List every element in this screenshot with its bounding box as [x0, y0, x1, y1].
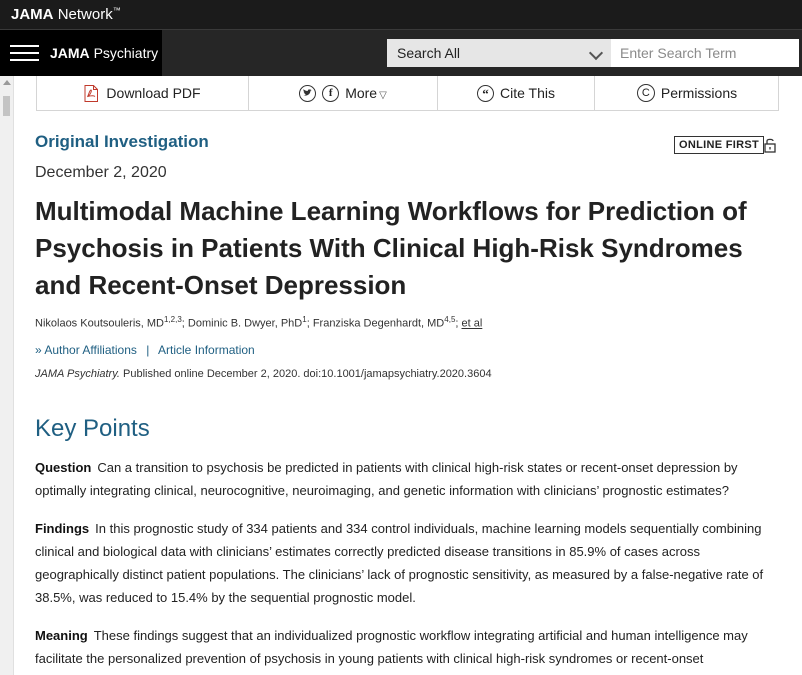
author-list: Nikolaos Koutsouleris, MD1,2,3; Dominic …: [35, 315, 483, 330]
network-logo-brand: JAMA: [11, 6, 54, 23]
copyright-icon: C: [636, 84, 655, 102]
author-info-links: » Author Affiliations | Article Informat…: [35, 343, 255, 357]
citation-line: JAMA Psychiatry. Published online Decemb…: [35, 368, 492, 380]
share-more-group: f More ▽: [249, 76, 437, 110]
article-title: Multimodal Machine Learning Workflows fo…: [35, 196, 747, 300]
link-separator: |: [146, 343, 150, 357]
journal-logo[interactable]: JAMA Psychiatry: [50, 45, 158, 61]
permissions-button[interactable]: C Permissions: [595, 76, 779, 110]
journal-brand-block: JAMA Psychiatry: [0, 30, 162, 76]
scroll-up-arrow-icon[interactable]: [3, 80, 11, 85]
search-input[interactable]: [611, 39, 799, 67]
journal-logo-word: Psychiatry: [93, 45, 159, 61]
meaning-text: These findings suggest that an individua…: [35, 628, 748, 666]
unlock-icon: [764, 138, 776, 153]
chevron-down-icon: [588, 45, 604, 61]
cite-this-label: Cite This: [500, 85, 555, 101]
caret-down-icon: ▽: [379, 90, 387, 101]
double-chevron-right-icon: »: [35, 343, 42, 357]
question-text: Can a transition to psychosis be predict…: [35, 460, 738, 498]
download-pdf-button[interactable]: Download PDF: [37, 76, 248, 110]
meaning-label: Meaning: [35, 628, 88, 643]
search-scope-select[interactable]: Search All: [387, 39, 611, 67]
cite-this-button[interactable]: “ Cite This: [438, 76, 594, 110]
key-point-meaning: Meaning These findings suggest that an in…: [35, 624, 780, 670]
online-first-badge: ONLINE FIRST: [674, 136, 764, 154]
author-name[interactable]: Franziska Degenhardt, MD: [313, 318, 444, 330]
key-point-findings: Findings In this prognostic study of 334 …: [35, 517, 780, 609]
et-al-link[interactable]: et al: [462, 318, 483, 330]
key-point-question: Question Can a transition to psychosis be…: [35, 456, 780, 502]
scroll-thumb[interactable]: [3, 96, 10, 116]
publication-date: December 2, 2020: [35, 164, 167, 181]
journal-name-italic: JAMA Psychiatry.: [35, 368, 120, 380]
article-toolbar: Download PDF f More ▽ “ Cite This C Permi…: [36, 76, 779, 111]
author-affiliation-sup: 4,5: [444, 315, 456, 324]
pdf-icon: [84, 84, 99, 102]
author-affiliation-sup: 1,2,3: [164, 315, 182, 324]
network-logo-word: Network: [57, 6, 113, 23]
search-scope-label: Search All: [397, 45, 461, 61]
jama-network-logo[interactable]: JAMA Network™: [11, 6, 121, 23]
twitter-icon[interactable]: [299, 84, 317, 102]
quote-icon: “: [477, 84, 494, 102]
article-type-link[interactable]: Original Investigation: [35, 132, 209, 152]
facebook-icon[interactable]: f: [322, 84, 340, 102]
question-label: Question: [35, 460, 92, 475]
more-button[interactable]: More ▽: [345, 85, 387, 101]
more-label: More: [345, 85, 378, 101]
author-affiliations-link[interactable]: Author Affiliations: [44, 343, 137, 357]
article-information-link[interactable]: Article Information: [158, 343, 255, 357]
hamburger-icon[interactable]: [10, 45, 39, 62]
key-points-heading: Key Points: [35, 415, 150, 442]
author-affiliation-sup: 1: [302, 315, 307, 324]
permissions-label: Permissions: [660, 85, 738, 101]
findings-text: In this prognostic study of 334 patients…: [35, 521, 764, 605]
scrollbar[interactable]: [0, 76, 14, 675]
journal-logo-brand: JAMA: [50, 45, 90, 61]
network-bar: JAMA Network™: [0, 0, 802, 30]
author-name[interactable]: Dominic B. Dwyer, PhD: [188, 318, 302, 330]
citation-details: Published online December 2, 2020. doi:1…: [123, 368, 492, 380]
author-name[interactable]: Nikolaos Koutsouleris, MD: [35, 318, 164, 330]
download-pdf-label: Download PDF: [106, 85, 201, 101]
findings-label: Findings: [35, 521, 90, 536]
